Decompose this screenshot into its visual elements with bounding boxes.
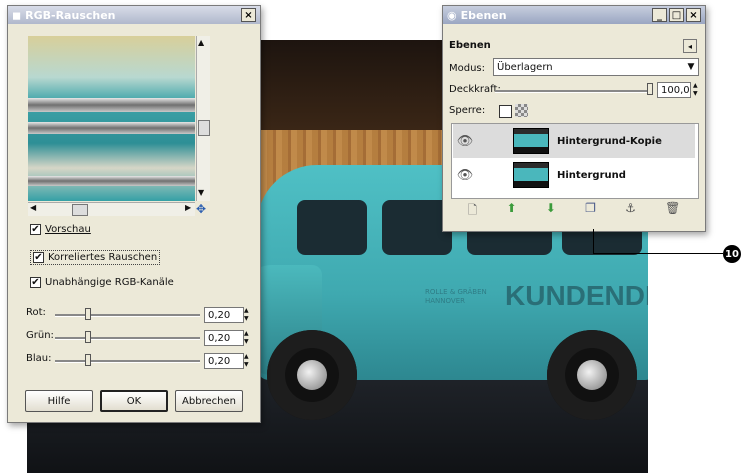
van-small-lettering: ROLLE & GRÄBEN HANNOVER xyxy=(425,288,487,305)
blue-value-field[interactable]: 0,20 xyxy=(204,353,244,369)
independent-option[interactable]: ✔ Unabhängige RGB-Kanäle xyxy=(30,277,174,288)
green-label: Grün: xyxy=(26,330,54,341)
lower-layer-icon[interactable]: ⬇ xyxy=(546,201,556,222)
green-slider-handle[interactable] xyxy=(85,331,91,343)
layers-dialog: ◉ Ebenen _ □ × Ebenen ◂ Modus: Überlager… xyxy=(442,5,706,232)
independent-checkbox[interactable]: ✔ xyxy=(30,277,41,288)
red-spin-arrows-icon[interactable]: ▲ ▼ xyxy=(244,307,249,323)
layer-thumbnail xyxy=(513,162,549,188)
horizontal-scroll-thumb[interactable] xyxy=(72,204,88,216)
mode-label: Modus: xyxy=(449,63,486,74)
independent-label: Unabhängige RGB-Kanäle xyxy=(45,277,174,288)
van-window-front xyxy=(297,200,367,255)
callout-badge: 10 xyxy=(723,245,741,263)
layers-title: Ebenen xyxy=(460,8,507,22)
preview-horizontal-scrollbar[interactable]: ◀ ▶ xyxy=(28,202,195,216)
layer-name[interactable]: Hintergrund xyxy=(557,170,626,181)
opacity-slider-track[interactable] xyxy=(495,90,647,93)
lock-alpha-icon[interactable] xyxy=(515,104,528,117)
minimize-button[interactable]: _ xyxy=(652,8,667,22)
rgb-noise-dialog: ◼ RGB-Rauschen × ▲ ▼ ◀ ▶ ✥ ✔ Vorschau ✔ … xyxy=(7,5,261,423)
blue-slider-track[interactable] xyxy=(55,360,200,363)
opacity-value-field[interactable]: 100,0 xyxy=(657,82,691,98)
preview-checkbox[interactable]: ✔ xyxy=(30,224,41,235)
layer-name[interactable]: Hintergrund-Kopie xyxy=(557,136,662,147)
layer-thumbnail xyxy=(513,128,549,154)
layer-row-background[interactable]: 👁 Hintergrund xyxy=(453,158,695,192)
visibility-eye-icon[interactable]: 👁 xyxy=(453,168,477,183)
opacity-label: Deckkraft: xyxy=(449,84,501,95)
lock-label: Sperre: xyxy=(449,105,486,116)
scroll-up-icon[interactable]: ▲ xyxy=(198,38,204,47)
callout-line xyxy=(593,229,594,253)
mode-value: Überlagern xyxy=(497,61,553,73)
raise-layer-icon[interactable]: ⬆ xyxy=(507,201,517,222)
vertical-scroll-thumb[interactable] xyxy=(198,120,210,136)
layers-titlebar: ◉ Ebenen _ □ × xyxy=(443,6,705,24)
red-slider-track[interactable] xyxy=(55,314,200,317)
preview-image[interactable] xyxy=(28,36,195,201)
ok-button[interactable]: OK xyxy=(100,390,168,412)
close-button[interactable]: × xyxy=(686,8,701,22)
app-icon: ◼ xyxy=(12,8,22,22)
correlated-checkbox[interactable]: ✔ xyxy=(33,252,44,263)
red-value-field[interactable]: 0,20 xyxy=(204,307,244,323)
red-slider-handle[interactable] xyxy=(85,308,91,320)
panel-menu-icon[interactable]: ◂ xyxy=(683,39,697,53)
layer-toolbar: 🗋 ⬆ ⬇ ❐ ⚓ 🗑 xyxy=(453,201,695,222)
close-button[interactable]: × xyxy=(241,8,256,22)
blue-label: Blau: xyxy=(26,353,52,364)
preview-vertical-scrollbar[interactable]: ▲ ▼ xyxy=(196,36,210,201)
maximize-button[interactable]: □ xyxy=(669,8,684,22)
rgb-noise-titlebar: ◼ RGB-Rauschen × xyxy=(8,6,260,24)
opacity-slider-handle[interactable] xyxy=(647,83,653,95)
opacity-spin-arrows-icon[interactable]: ▲ ▼ xyxy=(693,82,698,98)
layers-panel-heading: Ebenen xyxy=(449,40,491,51)
correlated-option[interactable]: ✔ Korreliertes Rauschen xyxy=(30,250,161,265)
anchor-layer-icon[interactable]: ⚓ xyxy=(625,201,636,222)
navigate-icon[interactable]: ✥ xyxy=(196,202,206,216)
green-value-field[interactable]: 0,20 xyxy=(204,330,244,346)
duplicate-layer-icon[interactable]: ❐ xyxy=(585,201,596,222)
scroll-down-icon[interactable]: ▼ xyxy=(198,188,204,197)
mode-select[interactable]: Überlagern ▼ xyxy=(493,58,699,76)
blue-slider-handle[interactable] xyxy=(85,354,91,366)
dropdown-arrow-icon[interactable]: ▼ xyxy=(684,62,698,72)
correlated-label: Korreliertes Rauschen xyxy=(48,252,158,263)
rear-wheel xyxy=(547,330,637,420)
gimp-icon: ◉ xyxy=(447,8,457,22)
blue-spin-arrows-icon[interactable]: ▲ ▼ xyxy=(244,353,249,369)
new-layer-icon[interactable]: 🗋 xyxy=(468,201,478,222)
delete-layer-icon[interactable]: 🗑 xyxy=(665,201,680,222)
green-spin-arrows-icon[interactable]: ▲ ▼ xyxy=(244,330,249,346)
van-lettering: KUNDENDIENS xyxy=(505,280,648,311)
visibility-eye-icon[interactable]: 👁 xyxy=(453,134,477,149)
front-wheel xyxy=(267,330,357,420)
lock-pixels-checkbox[interactable] xyxy=(499,105,512,118)
preview-option[interactable]: ✔ Vorschau xyxy=(30,224,91,235)
preview-label: Vorschau xyxy=(45,224,91,235)
cancel-button[interactable]: Abbrechen xyxy=(175,390,243,412)
scroll-right-icon[interactable]: ▶ xyxy=(185,203,191,212)
rgb-noise-title: RGB-Rauschen xyxy=(25,8,116,22)
callout-line-horizontal xyxy=(593,253,723,254)
help-button[interactable]: Hilfe xyxy=(25,390,93,412)
green-slider-track[interactable] xyxy=(55,337,200,340)
scroll-left-icon[interactable]: ◀ xyxy=(30,203,36,212)
layer-row-background-copy[interactable]: 👁 Hintergrund-Kopie xyxy=(453,124,695,158)
red-label: Rot: xyxy=(26,307,46,318)
